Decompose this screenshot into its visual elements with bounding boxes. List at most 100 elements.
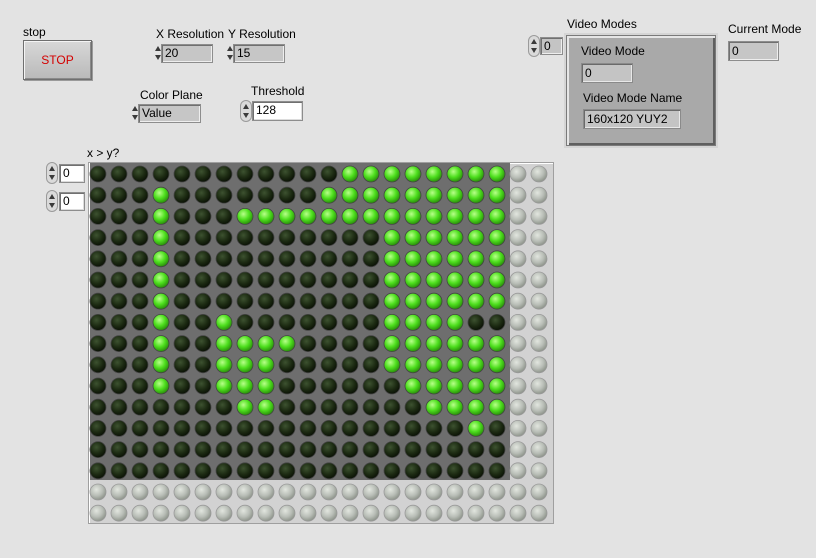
led-on[interactable] [446,229,464,247]
led-off[interactable] [236,271,254,289]
led-off[interactable] [215,462,233,480]
led-on[interactable] [425,292,443,310]
led-off[interactable] [404,441,422,459]
led-off[interactable] [299,165,317,183]
led-on[interactable] [320,186,338,204]
led-off[interactable] [89,377,107,395]
led-off[interactable] [341,462,359,480]
led-on[interactable] [467,250,485,268]
led-on[interactable] [215,313,233,331]
led-on[interactable] [488,229,506,247]
led-on[interactable] [488,398,506,416]
led-off[interactable] [320,398,338,416]
led-on[interactable] [425,250,443,268]
led-on[interactable] [425,207,443,225]
led-off[interactable] [320,377,338,395]
led-on[interactable] [236,398,254,416]
led-off[interactable] [236,462,254,480]
led-on[interactable] [236,207,254,225]
led-off[interactable] [110,377,128,395]
led-on[interactable] [215,335,233,353]
led-off[interactable] [320,462,338,480]
led-off[interactable] [341,313,359,331]
led-off[interactable] [173,377,191,395]
led-off[interactable] [446,419,464,437]
led-off[interactable] [173,207,191,225]
led-off[interactable] [362,419,380,437]
led-off[interactable] [236,165,254,183]
led-on[interactable] [425,335,443,353]
led-off[interactable] [488,313,506,331]
led-on[interactable] [446,207,464,225]
led-off[interactable] [173,419,191,437]
led-off[interactable] [383,462,401,480]
led-on[interactable] [341,186,359,204]
led-off[interactable] [278,292,296,310]
led-off[interactable] [299,419,317,437]
led-on[interactable] [446,335,464,353]
led-off[interactable] [89,229,107,247]
led-on[interactable] [404,356,422,374]
led-on[interactable] [467,229,485,247]
led-off[interactable] [194,398,212,416]
led-on[interactable] [425,398,443,416]
led-on[interactable] [152,356,170,374]
led-on[interactable] [446,377,464,395]
led-off[interactable] [278,313,296,331]
led-off[interactable] [446,441,464,459]
led-off[interactable] [110,271,128,289]
led-off[interactable] [425,419,443,437]
led-off[interactable] [257,250,275,268]
led-on[interactable] [320,207,338,225]
led-off[interactable] [215,271,233,289]
led-off[interactable] [299,250,317,268]
led-on[interactable] [383,292,401,310]
led-off[interactable] [320,441,338,459]
led-off[interactable] [173,441,191,459]
led-on[interactable] [215,377,233,395]
led-off[interactable] [341,377,359,395]
led-off[interactable] [383,377,401,395]
led-off[interactable] [278,165,296,183]
led-off[interactable] [383,419,401,437]
led-off[interactable] [320,165,338,183]
led-off[interactable] [341,398,359,416]
led-off[interactable] [215,186,233,204]
led-off[interactable] [341,356,359,374]
led-on[interactable] [446,356,464,374]
led-off[interactable] [404,398,422,416]
led-off[interactable] [110,419,128,437]
led-off[interactable] [320,292,338,310]
led-on[interactable] [446,250,464,268]
led-on[interactable] [467,398,485,416]
led-off[interactable] [320,335,338,353]
led-on[interactable] [383,165,401,183]
led-on[interactable] [383,335,401,353]
led-off[interactable] [215,207,233,225]
led-on[interactable] [236,377,254,395]
led-on[interactable] [488,250,506,268]
led-off[interactable] [341,335,359,353]
led-off[interactable] [89,165,107,183]
led-off[interactable] [89,462,107,480]
led-on[interactable] [236,335,254,353]
led-off[interactable] [257,292,275,310]
led-off[interactable] [89,335,107,353]
led-off[interactable] [299,186,317,204]
led-on[interactable] [152,292,170,310]
led-off[interactable] [194,462,212,480]
led-off[interactable] [362,335,380,353]
led-on[interactable] [257,335,275,353]
led-on[interactable] [362,165,380,183]
led-on[interactable] [467,186,485,204]
led-off[interactable] [215,165,233,183]
led-on[interactable] [404,313,422,331]
led-on[interactable] [425,377,443,395]
led-off[interactable] [173,186,191,204]
led-off[interactable] [215,441,233,459]
led-off[interactable] [152,419,170,437]
led-on[interactable] [152,186,170,204]
led-off[interactable] [215,250,233,268]
led-on[interactable] [467,207,485,225]
led-off[interactable] [320,356,338,374]
